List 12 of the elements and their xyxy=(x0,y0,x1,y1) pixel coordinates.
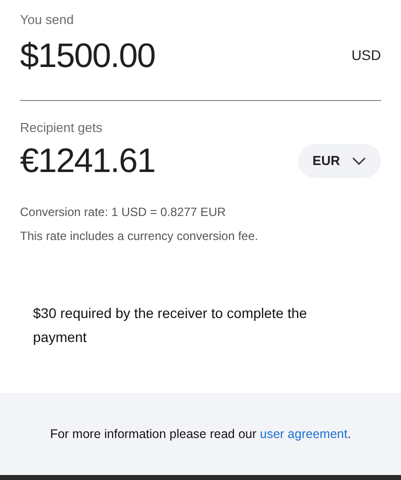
chevron-down-icon xyxy=(352,157,366,165)
receive-label: Recipient gets xyxy=(20,118,102,137)
send-currency: USD xyxy=(351,46,381,65)
notice-text: $30 required by the receiver to complete the payment xyxy=(33,304,308,347)
conversion-rate: Conversion rate: 1 USD = 0.8277 EUR xyxy=(20,204,226,221)
footer-text: For more information please read our user agreement. xyxy=(50,426,351,443)
fee-note: This rate includes a currency conversion fee. xyxy=(20,228,258,245)
user-agreement-link[interactable]: user agreement xyxy=(260,426,348,441)
receive-amount: €1241.61 xyxy=(20,141,156,181)
send-amount[interactable]: $1500.00 xyxy=(20,36,156,76)
send-label: You send xyxy=(20,11,74,29)
currency-dropdown[interactable]: EUR xyxy=(298,144,381,178)
